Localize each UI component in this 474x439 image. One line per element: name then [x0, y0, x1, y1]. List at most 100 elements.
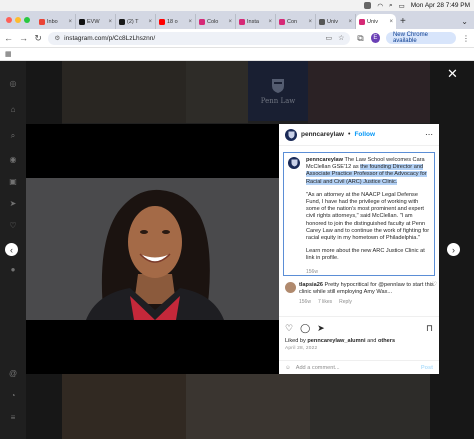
post-side-panel: penncareylaw • Follow ⋯ penncareylaw The…	[279, 124, 439, 374]
post-username[interactable]: penncareylaw	[301, 131, 344, 138]
commenter-avatar[interactable]	[285, 282, 296, 293]
comment-icon[interactable]: ◯	[300, 323, 310, 334]
back-button[interactable]: ←	[4, 33, 13, 43]
minimize-window-button[interactable]	[15, 17, 21, 23]
tab-close-icon[interactable]: ×	[268, 19, 272, 25]
share-icon[interactable]: ➤	[317, 323, 325, 334]
chevron-left-icon[interactable]: ‹	[5, 243, 18, 256]
wifi-icon[interactable]: ◠	[377, 2, 383, 10]
bookmark-icon[interactable]: ⊓	[426, 323, 433, 334]
browser-tab-strip: Inbo × EVW × (2) T × 18 o × Colo × Insta × Con × Univ ×…	[0, 11, 474, 29]
apps-grid-icon[interactable]: ▦	[5, 50, 12, 58]
comment-body: tlapsia26 Pretty hypocritical for @pennl…	[299, 282, 435, 296]
reload-button[interactable]: ↻	[34, 33, 42, 44]
comment-likes[interactable]: 7 likes	[318, 299, 332, 306]
site-info-icon[interactable]: ⚙	[54, 34, 60, 42]
bookmark-star-icon[interactable]: ☆	[338, 34, 344, 42]
browser-toolbar: ← → ↻ ⚙ instagram.com/p/Cc8LzLhsznn/ ▭ ☆…	[0, 29, 474, 48]
tab-search-icon[interactable]: ⌄	[461, 17, 474, 29]
tab-label: Univ	[367, 18, 379, 25]
caption-intro: penncareylaw The Law School welcomes Car…	[306, 157, 430, 186]
instagram-page: Penn Law ◎ ⌂ ⌕ ◉ ▣ ➤ ♡ ⊞ ● @ ◔ ≡ ✕ ‹ ›	[0, 61, 474, 439]
profile-avatar[interactable]: E	[370, 33, 380, 43]
browser-tab[interactable]: EVW ×	[76, 14, 116, 29]
tab-favicon-icon	[319, 18, 325, 25]
tab-close-icon[interactable]: ×	[68, 19, 72, 25]
browser-tab[interactable]: Univ ×	[356, 14, 396, 29]
post-header: penncareylaw • Follow ⋯	[279, 124, 439, 146]
forward-button[interactable]: →	[19, 33, 28, 43]
tab-favicon-icon	[239, 18, 245, 25]
menubar-datetime[interactable]: Mon Apr 28 7:49 PM	[411, 2, 470, 9]
address-url[interactable]: instagram.com/p/Cc8LzLhsznn/	[64, 35, 155, 42]
address-bar[interactable]: ⚙ instagram.com/p/Cc8LzLhsznn/ ▭ ☆	[48, 31, 351, 45]
browser-tab[interactable]: Con ×	[276, 14, 316, 29]
liked-by-user[interactable]: penncareylaw_alumni	[307, 338, 365, 344]
penn-shield-icon	[291, 159, 297, 167]
battery-icon[interactable]: ▭	[399, 2, 405, 10]
cast-icon[interactable]: ▭	[325, 34, 332, 42]
comment-like-icon[interactable]: ♡	[432, 282, 437, 289]
bookmarks-bar: ▦	[0, 48, 474, 61]
tab-favicon-icon	[39, 18, 45, 25]
menubar-app-icon[interactable]	[364, 2, 372, 9]
tab-close-icon[interactable]: ×	[389, 19, 393, 25]
browser-tab[interactable]: Colo ×	[196, 14, 236, 29]
tab-label: Con	[287, 18, 298, 25]
emoji-icon[interactable]: ☺	[285, 365, 291, 371]
account-avatar[interactable]	[285, 128, 297, 141]
comment-username[interactable]: tlapsia26	[299, 282, 323, 288]
add-comment-input[interactable]: Add a comment...	[296, 365, 340, 371]
extensions-icon[interactable]: ⧉	[356, 33, 364, 44]
macos-menubar: ◠ ⌕ ▭ Mon Apr 28 7:49 PM	[0, 0, 474, 11]
browser-tab[interactable]: Inbo ×	[36, 14, 76, 29]
more-options-icon[interactable]: ⋯	[425, 130, 433, 139]
tab-favicon-icon	[79, 18, 85, 25]
like-icon[interactable]: ♡	[285, 323, 293, 334]
browser-tab[interactable]: Univ ×	[316, 14, 356, 29]
post-date: April 28, 2022	[285, 346, 318, 351]
portrait-image	[86, 189, 224, 320]
action-bar: ♡ ◯ ➤ ⊓	[279, 317, 439, 334]
new-tab-button[interactable]: +	[396, 16, 410, 29]
liked-by: Liked by penncareylaw_alumni and others	[279, 334, 439, 344]
maximize-window-button[interactable]	[24, 17, 30, 23]
tab-close-icon[interactable]: ×	[188, 19, 192, 25]
post-comment-button[interactable]: Post	[421, 365, 433, 371]
search-icon[interactable]: ⌕	[389, 2, 393, 10]
tab-label: Insta	[247, 18, 259, 25]
tab-close-icon[interactable]: ×	[108, 19, 112, 25]
post-modal: penncareylaw • Follow ⋯ penncareylaw The…	[26, 124, 439, 374]
caption-avatar[interactable]	[288, 157, 300, 169]
comment-reply[interactable]: Reply	[339, 299, 352, 306]
tab-close-icon[interactable]: ×	[308, 19, 312, 25]
browser-tab[interactable]: (2) T ×	[116, 14, 156, 29]
browser-menu-icon[interactable]: ⋮	[462, 34, 470, 43]
caption-username[interactable]: penncareylaw	[306, 157, 343, 163]
tab-close-icon[interactable]: ×	[348, 19, 352, 25]
tab-label: Inbo	[47, 18, 58, 25]
comment-meta: 156w 7 likes Reply	[299, 299, 435, 306]
caption-quote: "As an attorney at the NAACP Legal Defen…	[306, 191, 430, 242]
caption-learn-more: Learn more about the new ARC Justice Cli…	[306, 248, 425, 262]
dot-separator: •	[348, 131, 351, 138]
post-photo[interactable]	[26, 124, 279, 374]
post-caption: penncareylaw The Law School welcomes Car…	[283, 152, 435, 276]
browser-tab[interactable]: 18 o ×	[156, 14, 196, 29]
chevron-right-icon[interactable]: ›	[447, 243, 460, 256]
close-icon[interactable]: ✕	[447, 67, 458, 80]
chrome-update-button[interactable]: New Chrome available	[385, 32, 456, 44]
close-window-button[interactable]	[6, 17, 12, 23]
tab-favicon-icon	[199, 18, 205, 25]
comment-age: 156w	[299, 299, 311, 306]
follow-button[interactable]: Follow	[354, 131, 375, 138]
penn-shield-icon	[288, 131, 294, 138]
tab-label: (2) T	[127, 18, 139, 25]
liked-by-others[interactable]: others	[378, 338, 395, 344]
browser-tab[interactable]: Insta ×	[236, 14, 276, 29]
comment-item: ♡ tlapsia26 Pretty hypocritical for @pen…	[285, 282, 437, 307]
tab-label: EVW	[87, 18, 100, 25]
liked-by-prefix: Liked by	[285, 338, 308, 344]
tab-close-icon[interactable]: ×	[228, 19, 232, 25]
tab-close-icon[interactable]: ×	[148, 19, 152, 25]
